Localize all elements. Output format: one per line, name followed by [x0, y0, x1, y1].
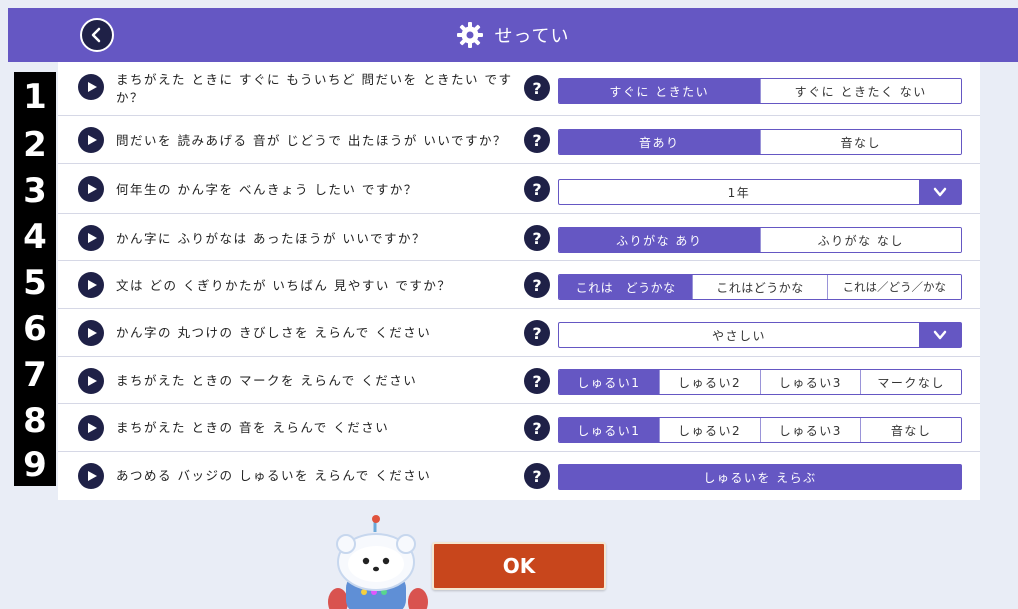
choose-badge-button[interactable]: しゅるいを えらぶ	[558, 464, 962, 490]
row-number-5: 5	[14, 260, 56, 306]
help-button[interactable]: ?	[524, 320, 550, 346]
play-icon	[88, 280, 97, 290]
page-title-group: せってい	[8, 8, 1018, 62]
dropdown-toggle[interactable]	[919, 180, 961, 204]
option-button[interactable]: これはどうかな	[692, 275, 827, 299]
ok-button[interactable]: OK	[432, 542, 606, 590]
gear-icon	[457, 22, 484, 48]
play-audio-button[interactable]	[78, 74, 104, 100]
option-button[interactable]: すぐに ときたい	[559, 79, 760, 103]
setting-row-5: 文は どの くぎりかたが いちばん 見やすい ですか？ ? これは どうかな こ…	[58, 261, 980, 309]
setting-row-7: まちがえた ときの マークを えらんで ください ? しゅるい1 しゅるい2 し…	[58, 357, 980, 404]
option-button[interactable]: しゅるい2	[658, 370, 760, 394]
option-button[interactable]: しゅるい3	[759, 418, 861, 442]
play-icon	[88, 423, 97, 433]
header-bar: せってい	[8, 8, 1018, 62]
chevron-down-icon	[933, 187, 947, 197]
settings-panel: まちがえた ときに すぐに もういちど 問だいを ときたい ですか？ ? すぐに…	[58, 62, 980, 500]
grade-select[interactable]: 1年	[558, 179, 962, 205]
option-button[interactable]: すぐに ときたく ない	[759, 79, 961, 103]
row-number-7: 7	[14, 352, 56, 398]
option-button[interactable]: これは どうかな	[559, 275, 693, 299]
dropdown-toggle[interactable]	[919, 323, 961, 347]
robot-mascot-illustration	[328, 515, 428, 609]
play-icon	[88, 328, 97, 338]
play-icon	[88, 184, 97, 194]
question-text: かん字の 丸つけの きびしさを えらんで ください	[116, 325, 432, 340]
question-text: 文は どの くぎりかたが いちばん 見やすい ですか？	[116, 278, 452, 293]
option-button[interactable]: マークなし	[860, 370, 961, 394]
question-text: 何年生の かん字を べんきょう したい ですか？	[116, 182, 418, 197]
question-text: まちがえた ときの マークを えらんで ください	[116, 373, 418, 388]
option-button[interactable]: ふりがな あり	[559, 228, 760, 252]
page-title: せってい	[494, 26, 570, 47]
help-button[interactable]: ?	[524, 272, 550, 298]
option-button[interactable]: しゅるい2	[658, 418, 760, 442]
play-audio-button[interactable]	[78, 368, 104, 394]
help-button[interactable]: ?	[524, 415, 550, 441]
row-number-8: 8	[14, 398, 56, 444]
question-text: かん字に ふりがなは あったほうが いいですか？	[116, 231, 427, 246]
option-button[interactable]: 音なし	[860, 418, 961, 442]
option-group: すぐに ときたい すぐに ときたく ない	[558, 78, 962, 104]
strictness-select[interactable]: やさしい	[558, 322, 962, 348]
option-button[interactable]: しゅるい1	[559, 370, 659, 394]
select-value: やさしい	[711, 328, 766, 343]
play-audio-button[interactable]	[78, 225, 104, 251]
play-icon	[88, 82, 97, 92]
row-number-6: 6	[14, 306, 56, 352]
row-number-3: 3	[14, 168, 56, 214]
setting-row-2: 問だいを 読みあげる 音が じどうで 出たほうが いいですか？ ? 音あり 音な…	[58, 116, 980, 164]
play-icon	[88, 471, 97, 481]
option-group: 音あり 音なし	[558, 129, 962, 155]
option-group: しゅるい1 しゅるい2 しゅるい3 音なし	[558, 417, 962, 443]
play-audio-button[interactable]	[78, 272, 104, 298]
question-text: まちがえた ときの 音を えらんで ください	[116, 420, 390, 435]
help-button[interactable]: ?	[524, 75, 550, 101]
row-number-1: 1	[14, 72, 56, 122]
option-button[interactable]: しゅるい1	[559, 418, 659, 442]
option-button[interactable]: 音あり	[559, 130, 760, 154]
question-text: まちがえた ときに すぐに もういちど 問だいを ときたい ですか？	[116, 72, 513, 105]
row-number-4: 4	[14, 214, 56, 260]
option-group: ふりがな あり ふりがな なし	[558, 227, 962, 253]
play-icon	[88, 233, 97, 243]
setting-row-6: かん字の 丸つけの きびしさを えらんで ください ? やさしい	[58, 309, 980, 357]
help-button[interactable]: ?	[524, 176, 550, 202]
chevron-down-icon	[933, 330, 947, 340]
row-number-2: 2	[14, 122, 56, 168]
play-audio-button[interactable]	[78, 415, 104, 441]
play-audio-button[interactable]	[78, 463, 104, 489]
help-button[interactable]: ?	[524, 463, 550, 489]
option-button[interactable]: 音なし	[759, 130, 961, 154]
option-button[interactable]: ふりがな なし	[759, 228, 961, 252]
select-value: 1年	[727, 185, 751, 200]
setting-row-3: 何年生の かん字を べんきょう したい ですか？ ? 1年	[58, 164, 980, 214]
option-button[interactable]: これは／どう／かな	[826, 275, 961, 299]
setting-row-1: まちがえた ときに すぐに もういちど 問だいを ときたい ですか？ ? すぐに…	[58, 62, 980, 116]
play-audio-button[interactable]	[78, 176, 104, 202]
question-text: 問だいを 読みあげる 音が じどうで 出たほうが いいですか？	[116, 133, 507, 148]
row-number-9: 9	[14, 444, 56, 486]
question-text: あつめる バッジの しゅるいを えらんで ください	[116, 468, 432, 483]
play-audio-button[interactable]	[78, 127, 104, 153]
play-icon	[88, 376, 97, 386]
play-icon	[88, 135, 97, 145]
setting-row-9: あつめる バッジの しゅるいを えらんで ください ? しゅるいを えらぶ	[58, 452, 980, 500]
option-group: これは どうかな これはどうかな これは／どう／かな	[558, 274, 962, 300]
option-group: しゅるい1 しゅるい2 しゅるい3 マークなし	[558, 369, 962, 395]
help-button[interactable]: ?	[524, 368, 550, 394]
play-audio-button[interactable]	[78, 320, 104, 346]
option-button[interactable]: しゅるい3	[759, 370, 861, 394]
setting-row-4: かん字に ふりがなは あったほうが いいですか？ ? ふりがな あり ふりがな …	[58, 214, 980, 261]
help-button[interactable]: ?	[524, 225, 550, 251]
setting-row-8: まちがえた ときの 音を えらんで ください ? しゅるい1 しゅるい2 しゅる…	[58, 404, 980, 452]
help-button[interactable]: ?	[524, 127, 550, 153]
